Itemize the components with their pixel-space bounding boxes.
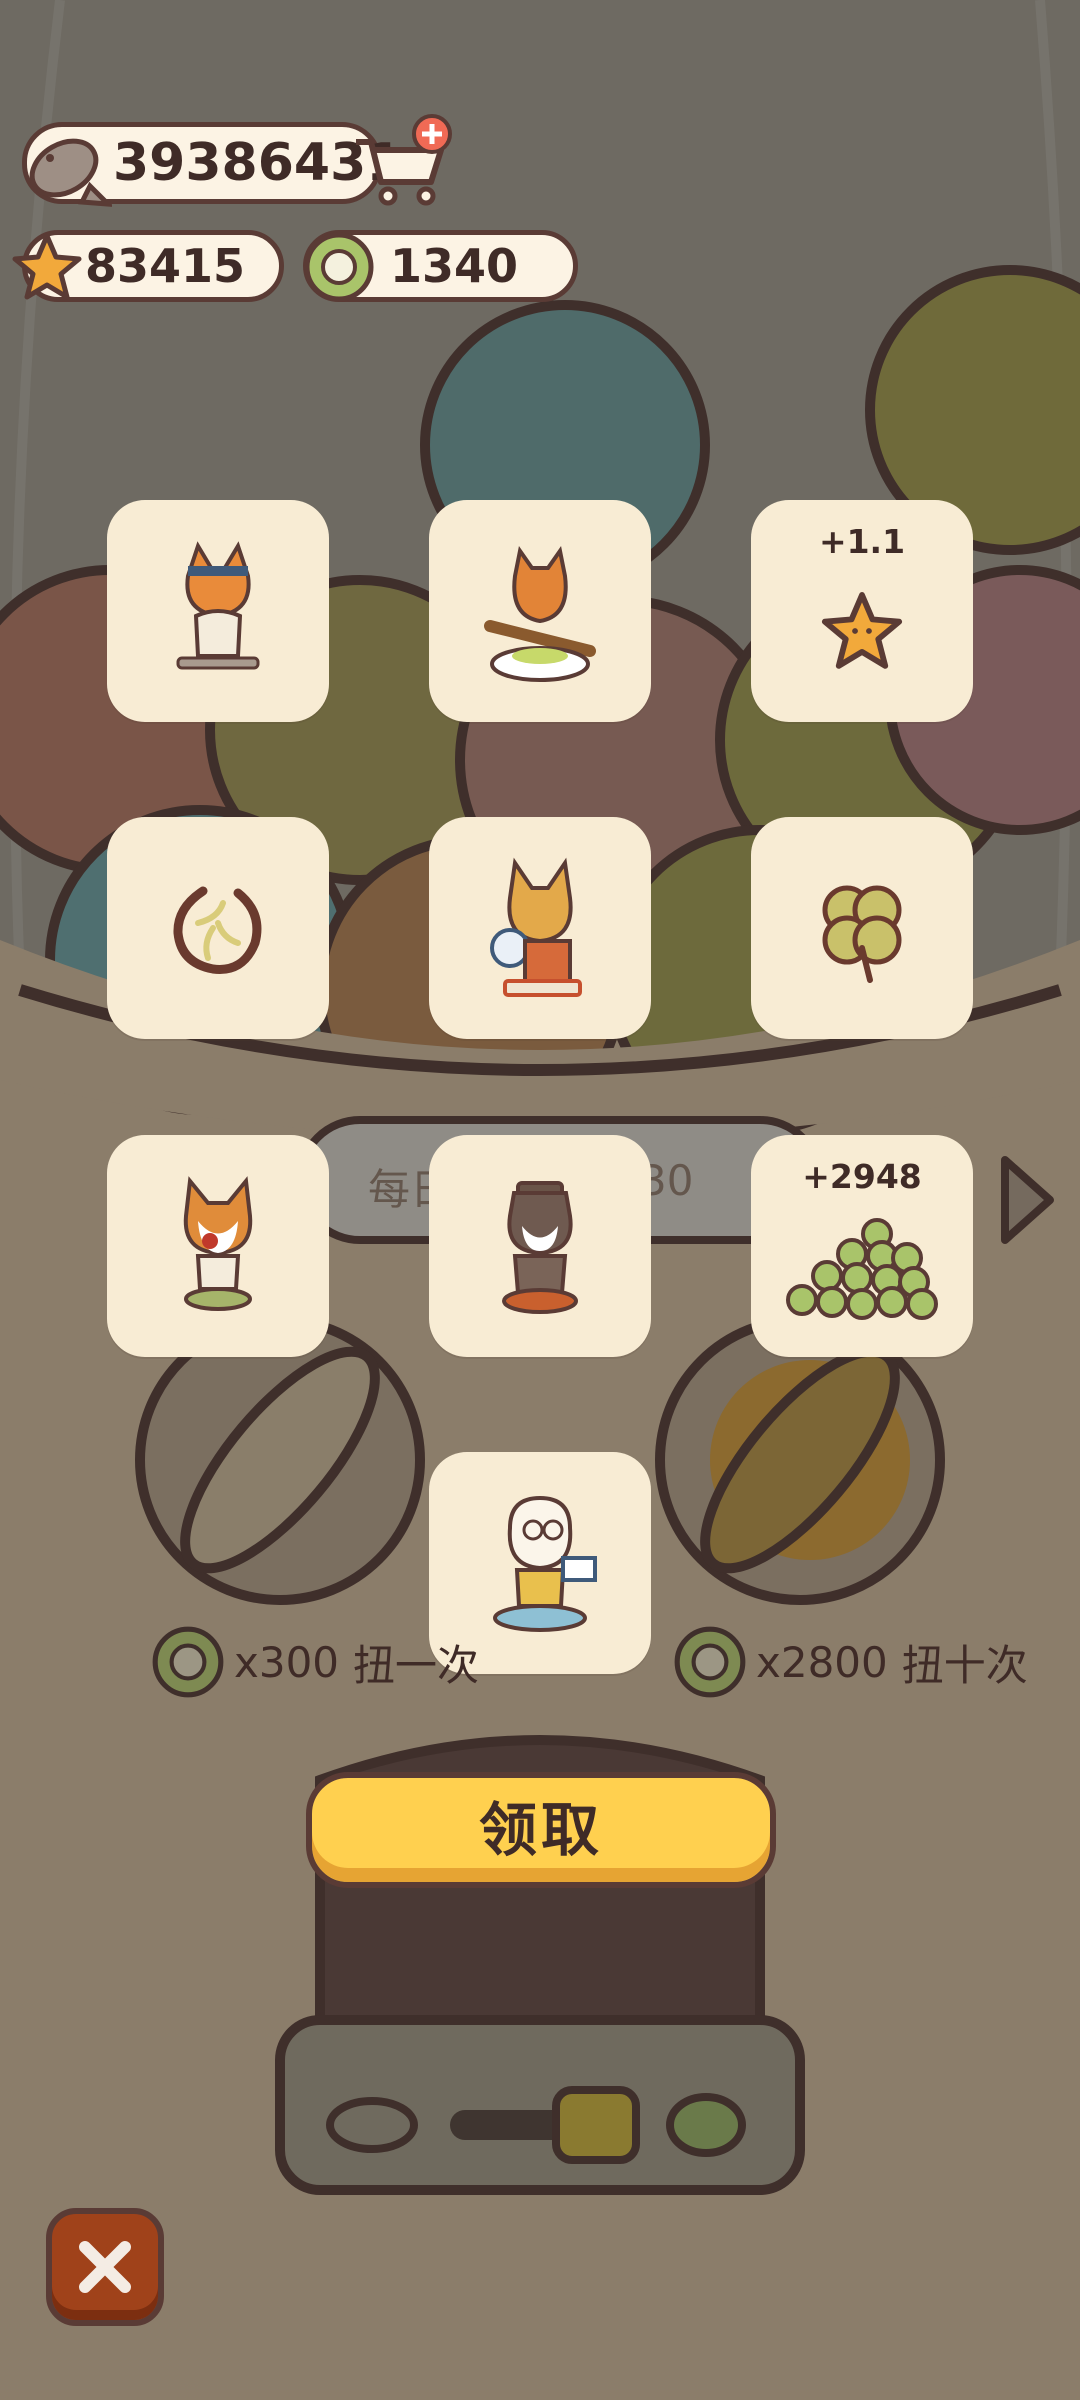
reward-card-coin-bonus[interactable]: +2948: [751, 1135, 973, 1357]
lynx-volleyball-icon: [490, 857, 582, 997]
ten-spin-label: 扭十次: [901, 1640, 1028, 1690]
star-bonus-label: +1.1: [818, 522, 906, 561]
star-icon: [821, 592, 903, 669]
reward-card-corgi[interactable]: [107, 1135, 329, 1357]
shop-cart-plus-icon[interactable]: [346, 112, 456, 212]
bear-chef-icon: [493, 1495, 597, 1632]
close-button[interactable]: [46, 2208, 164, 2326]
claim-button[interactable]: 领取: [306, 1772, 776, 1888]
coin-pile-icon: [786, 1218, 938, 1320]
close-icon: [79, 2241, 131, 2293]
fox-swordsman-icon: [176, 541, 260, 670]
green-coin-icon: [152, 1626, 224, 1698]
single-spin-cost[interactable]: x300 扭一次: [148, 1622, 479, 1702]
corgi-with-rose-icon: [183, 1176, 253, 1311]
single-spin-price: x300: [234, 1637, 340, 1687]
shiba-captain-icon: [502, 1181, 578, 1314]
reward-card-clover[interactable]: [751, 817, 973, 1039]
star-count: 83415: [85, 239, 246, 293]
single-spin-label: 扭一次: [353, 1640, 480, 1690]
reward-card-ring[interactable]: [107, 817, 329, 1039]
green-coin-icon: [304, 232, 374, 302]
ten-spin-cost[interactable]: x2800 扭十次: [670, 1622, 1028, 1702]
reward-card-shiba-captain[interactable]: [429, 1135, 651, 1357]
fish-icon: [29, 138, 112, 207]
ten-spin-price: x2800: [756, 1637, 888, 1687]
reward-card-star-bonus[interactable]: +1.1: [751, 500, 973, 722]
star-icon: [12, 233, 82, 300]
green-coin-icon: [674, 1626, 746, 1698]
reward-card-lynx-volleyball[interactable]: [429, 817, 651, 1039]
reward-card-squirrel-on-cloud[interactable]: [429, 500, 651, 722]
coin-count: 1340: [390, 239, 519, 293]
ring-icon: [173, 886, 262, 974]
reward-card-fox-swordsman[interactable]: [107, 500, 329, 722]
coin-bonus-label: +2948: [802, 1157, 922, 1196]
clover-icon: [822, 885, 902, 983]
squirrel-on-cloud-icon: [484, 546, 596, 682]
